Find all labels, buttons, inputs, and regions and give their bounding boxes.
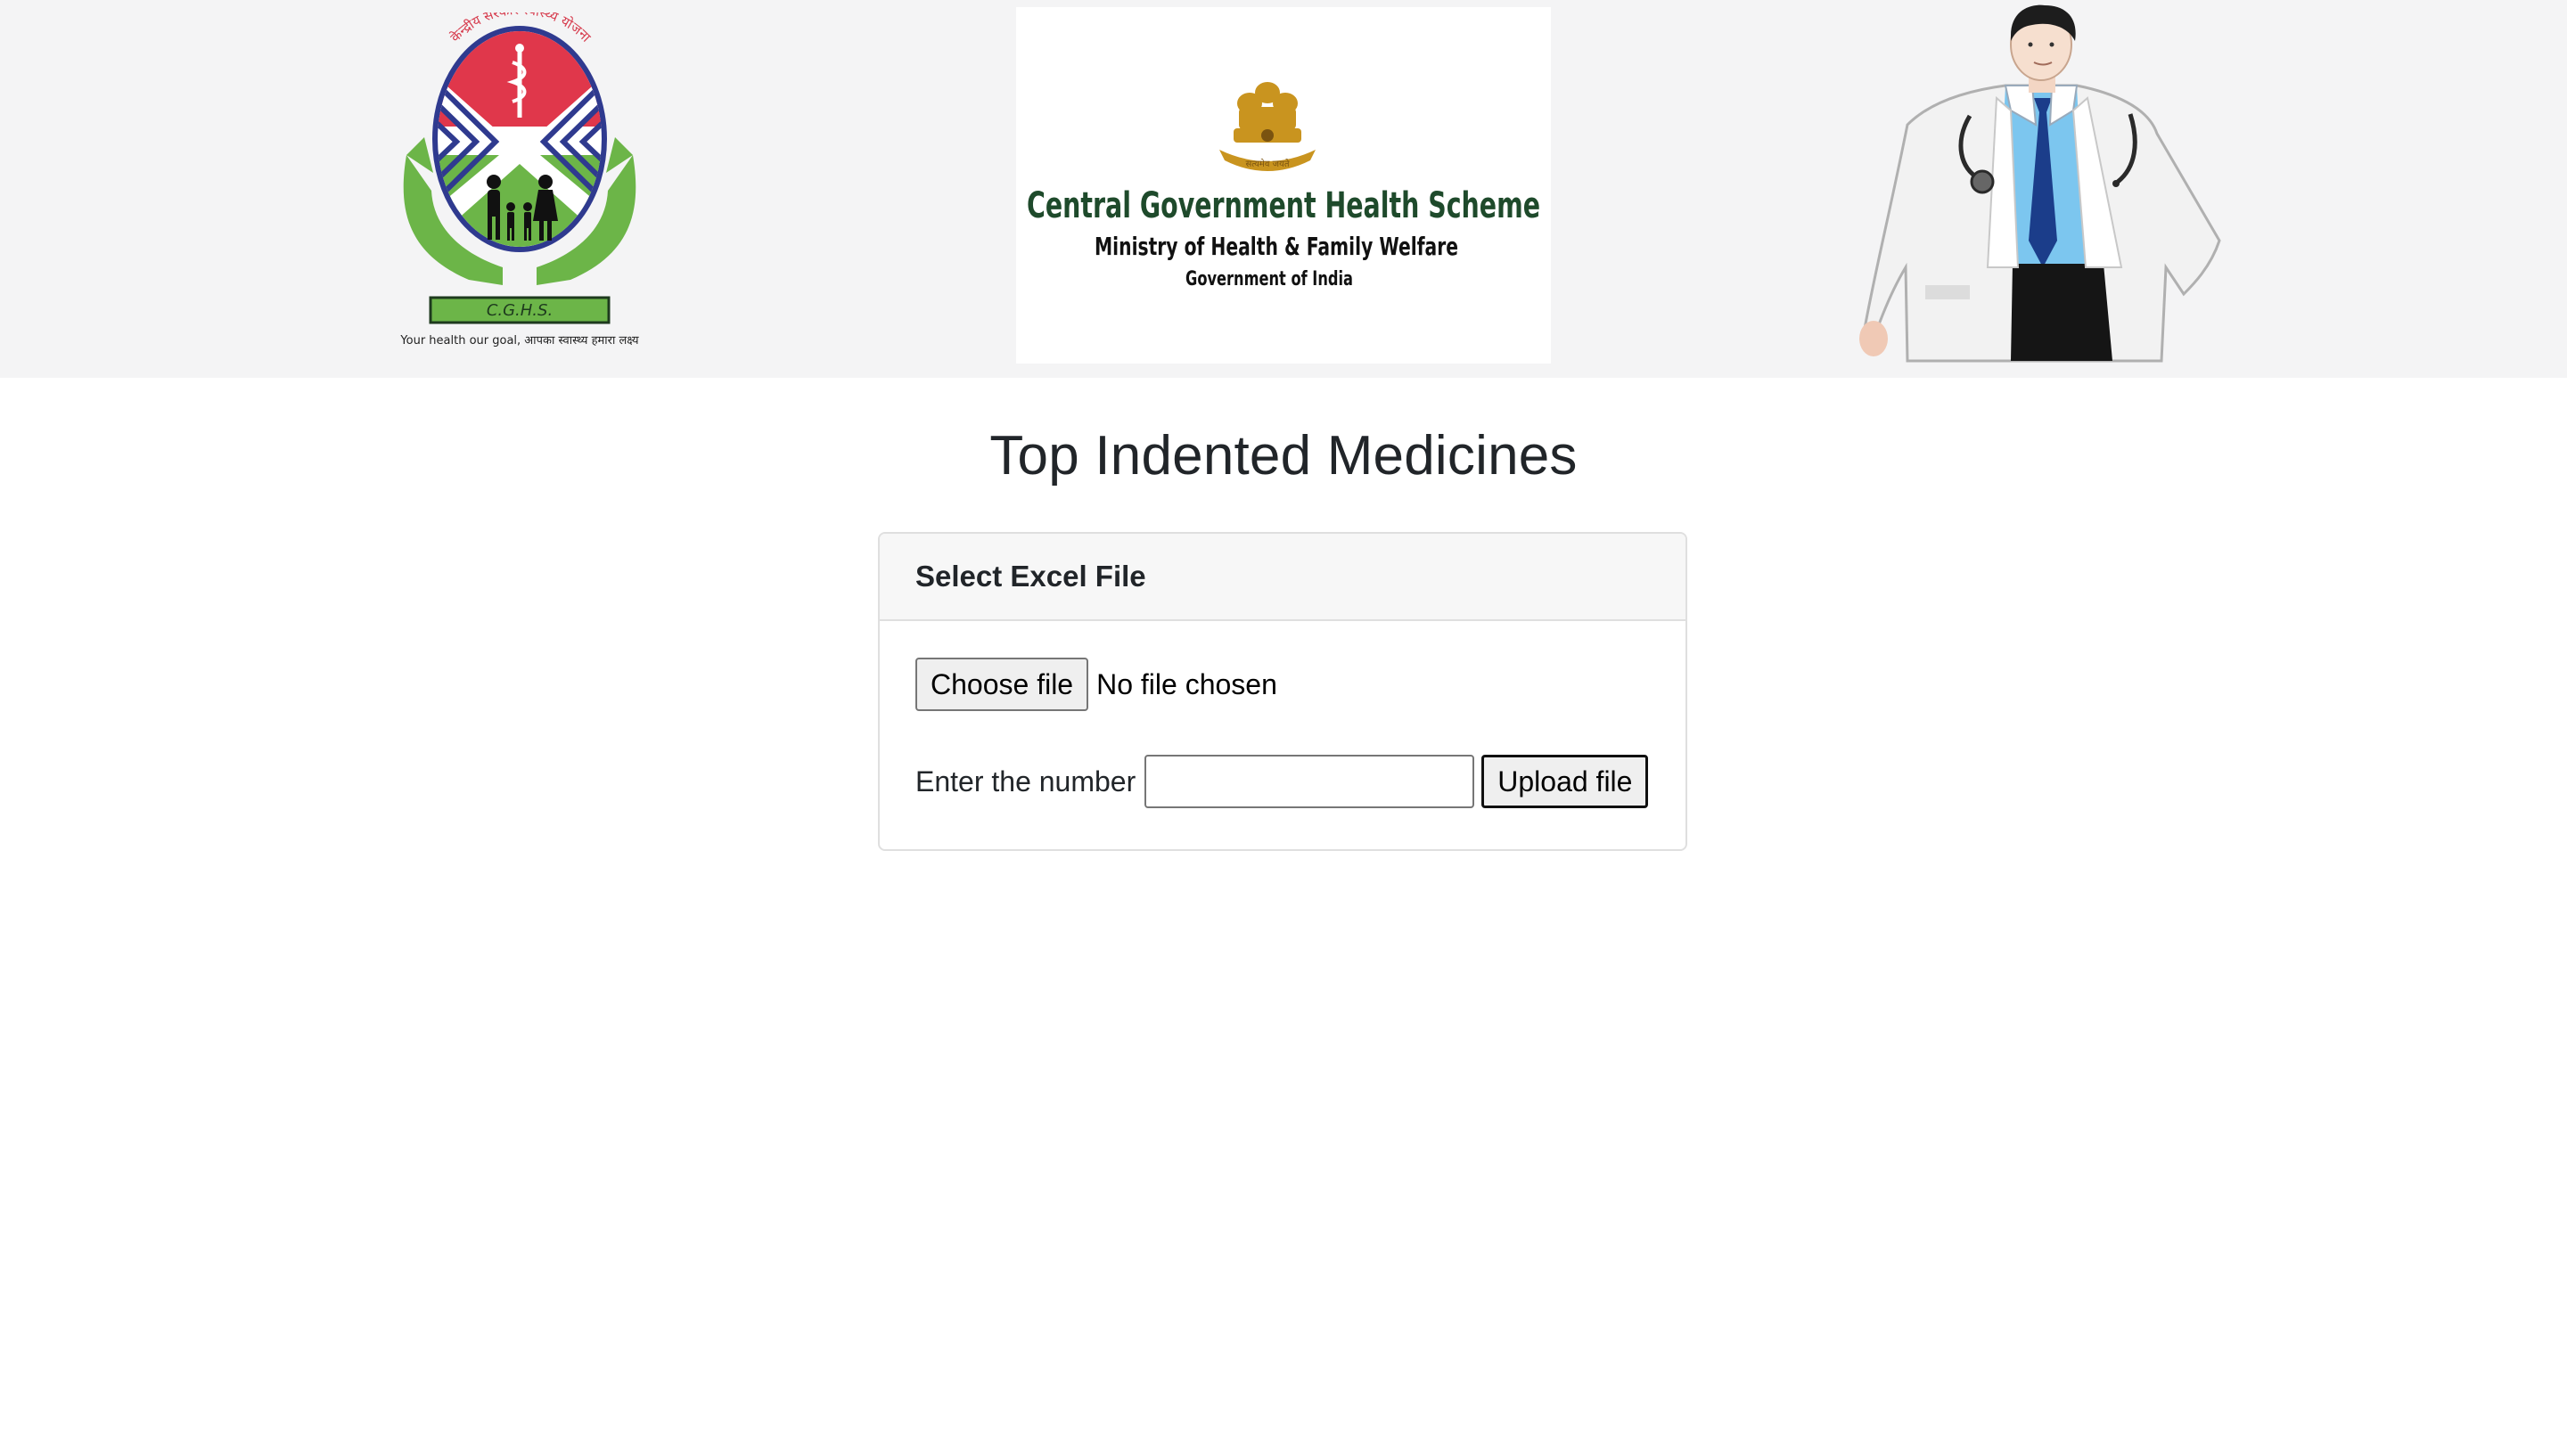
ministry-logo-subtitle: Ministry of Health & Family Welfare [1095,232,1458,261]
upload-card: Select Excel File Choose file No file ch… [878,532,1687,851]
ministry-logo-subsubtitle: Government of India [1185,268,1353,290]
cghs-logo: केन्द्रीय सरकार स्वास्थ्य योजना [398,2,642,356]
doctor-illustration [1854,0,2228,365]
number-input[interactable] [1144,755,1475,808]
emblem-caption: सत्यमेव जयते [1245,159,1289,169]
page-title: Top Indented Medicines [989,425,1578,487]
file-picker: Choose file No file chosen [915,658,1277,711]
number-label: Enter the number [915,765,1136,798]
ministry-logo-title: Central Government Health Scheme [1027,185,1540,226]
cghs-badge-text: C.G.H.S. [487,301,553,320]
ministry-logo: सत्यमेव जयते Central Government Health S… [1016,7,1551,364]
file-status-text: No file chosen [1096,667,1277,700]
national-emblem-icon [1219,82,1316,171]
number-row: Enter the number Upload file [915,755,1649,808]
upload-file-button[interactable]: Upload file [1481,755,1649,808]
cghs-tagline: Your health our goal, आपका स्वास्थ्य हमा… [399,334,639,348]
choose-file-button[interactable]: Choose file [915,658,1089,711]
upload-card-title: Select Excel File [915,560,1146,593]
upload-card-header: Select Excel File [880,534,1685,621]
site-header: केन्द्रीय सरकार स्वास्थ्य योजना [0,0,2567,378]
